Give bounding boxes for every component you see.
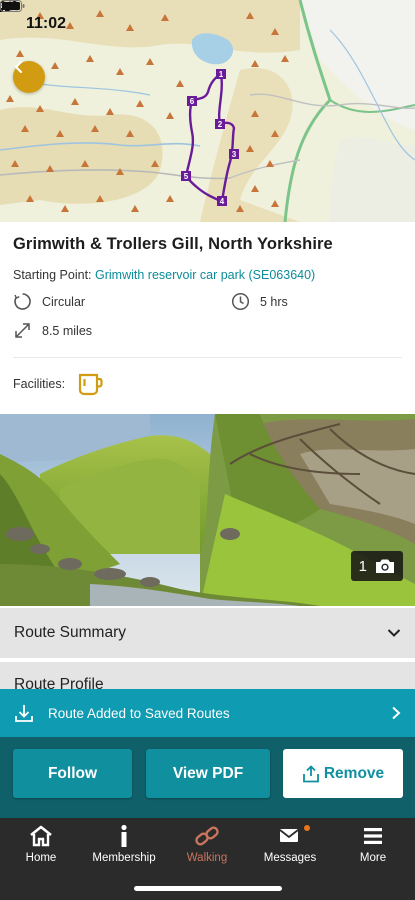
waypoint-5: 5	[184, 172, 189, 181]
route-title: Grimwith & Trollers Gill, North Yorkshir…	[13, 235, 333, 253]
tab-more-label: More	[359, 852, 387, 864]
route-summary-label: Route Summary	[14, 624, 126, 641]
tab-membership-label: Membership	[92, 852, 156, 864]
waypoint-1: 1	[219, 70, 224, 79]
saved-routes-banner[interactable]: Route Added to Saved Routes	[0, 689, 415, 737]
back-button[interactable]	[13, 61, 45, 93]
home-indicator[interactable]	[134, 886, 282, 891]
facilities-label: Facilities:	[13, 377, 66, 391]
chain-link-icon	[195, 826, 219, 846]
info-divider	[13, 357, 402, 358]
waypoint-4: 4	[220, 197, 225, 206]
route-distance: 8.5 miles	[13, 321, 92, 340]
starting-point: Starting Point: Grimwith reservoir car p…	[13, 268, 402, 282]
tab-messages[interactable]: Messages	[250, 824, 330, 864]
view-pdf-button-label: View PDF	[172, 764, 244, 782]
envelope-icon	[279, 829, 299, 842]
chevron-down-icon	[387, 629, 401, 637]
distance-arrows-icon	[15, 323, 30, 338]
chevron-right-icon	[392, 706, 401, 720]
remove-button-label: Remove	[323, 764, 385, 782]
circular-icon	[14, 293, 31, 310]
route-type: Circular	[13, 292, 85, 311]
saved-routes-text: Route Added to Saved Routes	[48, 705, 230, 721]
starting-point-label: Starting Point:	[13, 268, 92, 282]
route-duration-value: 5 hrs	[260, 294, 288, 309]
status-time-group: 11:02	[1, 1, 67, 33]
notification-dot	[304, 825, 310, 831]
hamburger-menu-icon	[364, 828, 382, 844]
tab-walking[interactable]: Walking	[167, 824, 247, 864]
tab-more[interactable]: More	[333, 824, 413, 864]
tab-membership[interactable]: Membership	[84, 824, 164, 864]
route-distance-value: 8.5 miles	[42, 323, 93, 338]
tab-home[interactable]: Home	[1, 824, 81, 864]
route-info: Grimwith & Trollers Gill, North Yorkshir…	[0, 222, 415, 414]
facilities: Facilities:	[13, 372, 103, 396]
waypoint-3: 3	[232, 150, 237, 159]
route-summary-section[interactable]: Route Summary	[0, 608, 415, 658]
clock-icon	[231, 292, 250, 311]
battery-icon	[0, 0, 25, 12]
cafe-cup-icon	[78, 373, 103, 396]
follow-button-label: Follow	[47, 764, 98, 782]
route-photo[interactable]: 1	[0, 414, 415, 606]
route-type-value: Circular	[42, 294, 86, 309]
route-duration: 5 hrs	[231, 292, 288, 311]
view-pdf-button[interactable]: View PDF	[146, 749, 270, 798]
photo-count: 1	[358, 557, 367, 575]
starting-point-link[interactable]: Grimwith reservoir car park (SE063640)	[95, 268, 315, 282]
info-icon	[121, 824, 127, 847]
waypoint-2: 2	[218, 120, 223, 129]
waypoint-6: 6	[190, 97, 195, 106]
action-bar: Follow View PDF Remove	[0, 737, 415, 818]
status-bar: 11:02	[0, 0, 415, 48]
home-icon	[30, 825, 52, 847]
status-time: 11:02	[26, 15, 67, 32]
share-upload-icon	[302, 764, 319, 782]
route-stats: Circular 5 hrs 8.5 miles	[13, 292, 402, 354]
follow-button[interactable]: Follow	[13, 749, 132, 798]
remove-button[interactable]: Remove	[283, 749, 403, 798]
tab-walking-label: Walking	[186, 852, 228, 864]
tab-home-label: Home	[25, 852, 57, 864]
route-profile-section[interactable]: Route Profile	[0, 662, 415, 692]
camera-icon	[376, 559, 394, 573]
tab-messages-label: Messages	[263, 852, 317, 864]
route-map[interactable]: 1 2 3 4 5 6 11:02	[0, 0, 415, 222]
chevron-left-icon	[14, 61, 23, 73]
photo-gallery-button[interactable]: 1	[350, 551, 403, 581]
download-icon	[15, 705, 33, 722]
